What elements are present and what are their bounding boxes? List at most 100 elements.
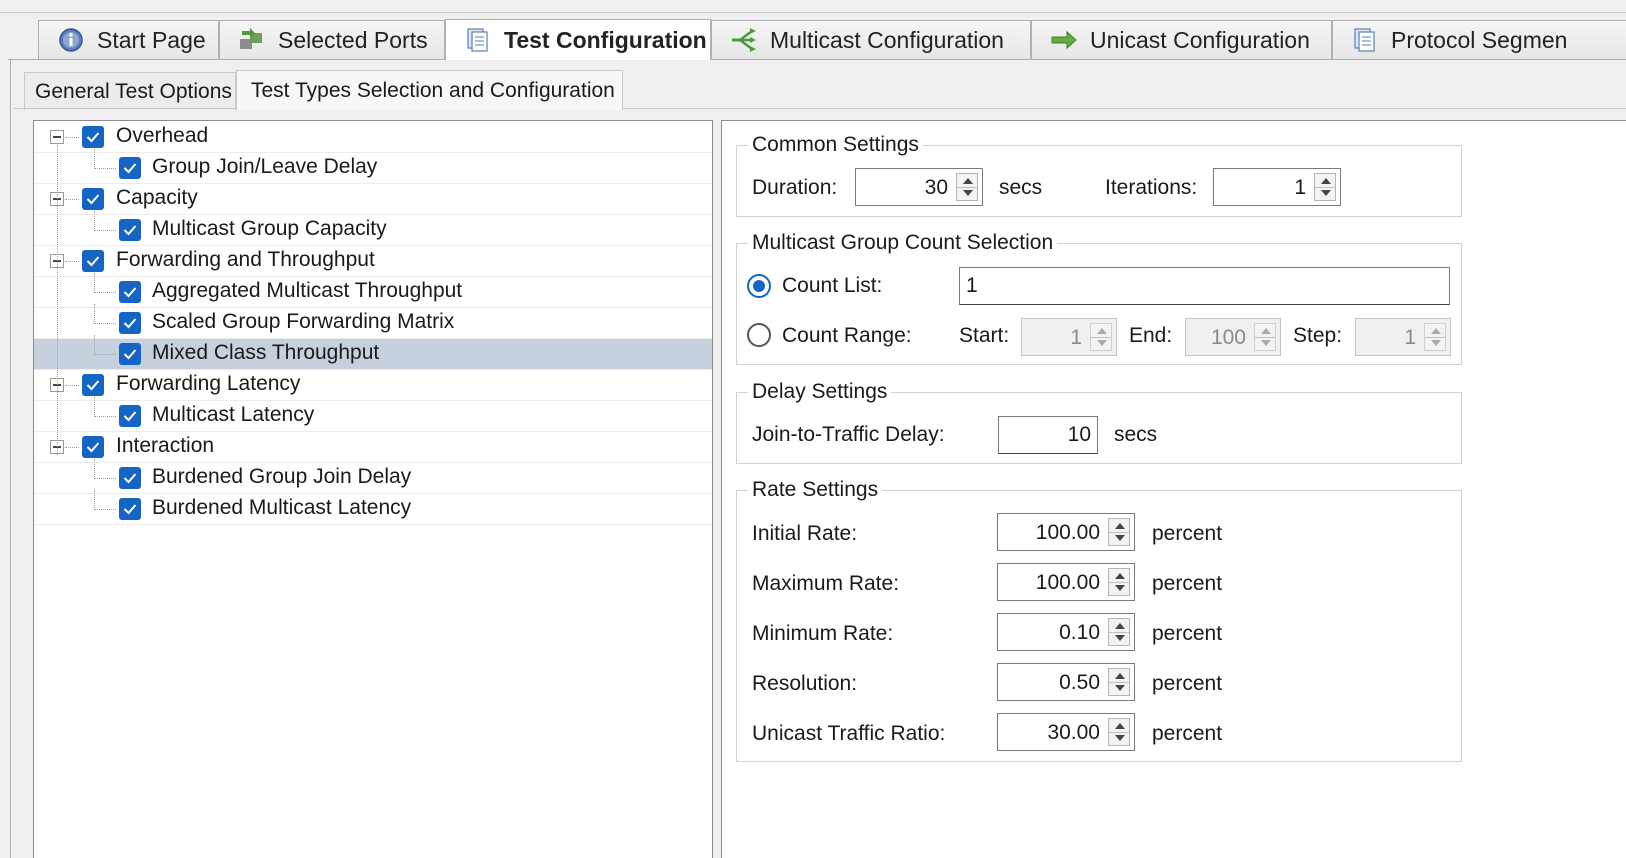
common-settings-title: Common Settings: [748, 133, 923, 157]
tree-item-label: Aggregated Multicast Throughput: [152, 279, 463, 302]
spinner-arrows[interactable]: [1090, 323, 1112, 351]
count-list-label: Count List:: [782, 274, 883, 297]
checkbox-checked-icon[interactable]: [82, 188, 104, 210]
tree-category-row[interactable]: Interaction: [34, 432, 712, 463]
duration-value: 30: [924, 176, 948, 199]
tab-protocol-segmentation[interactable]: Protocol Segmen: [1332, 20, 1626, 59]
tree-connector: [94, 397, 95, 417]
tree-connector: [94, 354, 116, 355]
checkbox-checked-icon[interactable]: [119, 219, 141, 241]
rate-spinner[interactable]: 100.00: [997, 563, 1135, 601]
rate-label: Maximum Rate:: [752, 572, 900, 595]
tree-item-row[interactable]: Multicast Group Capacity: [34, 211, 712, 246]
checkbox-checked-icon[interactable]: [119, 467, 141, 489]
rate-value: 0.50: [1059, 671, 1100, 694]
panel-splitter[interactable]: [713, 120, 721, 858]
rate-spinner[interactable]: 0.50: [997, 663, 1135, 701]
checkbox-checked-icon[interactable]: [119, 312, 141, 334]
spinner-arrows[interactable]: [956, 173, 978, 201]
join-to-traffic-input[interactable]: 10: [998, 416, 1098, 454]
tree-category-row[interactable]: Capacity: [34, 184, 712, 215]
spinner-arrows[interactable]: [1424, 323, 1446, 351]
tree-connector: [94, 323, 116, 324]
tree-connector: [94, 335, 95, 355]
join-to-traffic-label: Join-to-Traffic Delay:: [752, 423, 945, 446]
spinner-arrows[interactable]: [1108, 568, 1130, 596]
end-spinner[interactable]: 100: [1185, 318, 1281, 356]
checkbox-checked-icon[interactable]: [82, 126, 104, 148]
iterations-value: 1: [1294, 176, 1306, 199]
tree-item-row[interactable]: Mixed Class Throughput: [34, 335, 712, 370]
tab-label: Protocol Segmen: [1391, 26, 1568, 53]
tree-item-row[interactable]: Scaled Group Forwarding Matrix: [34, 304, 712, 339]
tab-label: Start Page: [97, 26, 206, 53]
collapse-icon[interactable]: [50, 130, 64, 144]
duration-spinner[interactable]: 30: [855, 168, 983, 206]
top-divider: [0, 12, 1626, 13]
checkbox-checked-icon[interactable]: [82, 374, 104, 396]
checkbox-checked-icon[interactable]: [119, 343, 141, 365]
spinner-arrows[interactable]: [1108, 718, 1130, 746]
tree-item-label: Scaled Group Forwarding Matrix: [152, 310, 455, 333]
count-range-radio[interactable]: [747, 323, 771, 347]
checkbox-checked-icon[interactable]: [119, 157, 141, 179]
rate-unit: percent: [1152, 722, 1223, 745]
spinner-arrows[interactable]: [1314, 173, 1336, 201]
subtab-label: Test Types Selection and Configuration: [251, 78, 615, 102]
tab-label: Test Configuration: [504, 26, 707, 53]
tree-category-label: Forwarding and Throughput: [116, 248, 375, 271]
tab-multicast-configuration[interactable]: Multicast Configuration: [711, 20, 1031, 59]
tree-item-row[interactable]: Aggregated Multicast Throughput: [34, 273, 712, 308]
test-types-tree[interactable]: Overhead Group Join/Leave Delay Capacity Mu…: [33, 120, 713, 858]
tab-label: Unicast Configuration: [1090, 26, 1310, 53]
spinner-arrows[interactable]: [1108, 618, 1130, 646]
duration-unit: secs: [999, 176, 1043, 199]
rate-value: 30.00: [1047, 721, 1100, 744]
tree-category-row[interactable]: Overhead: [34, 122, 712, 153]
tab-selected-ports[interactable]: Selected Ports: [219, 20, 445, 59]
tree-item-row[interactable]: Burdened Group Join Delay: [34, 459, 712, 494]
tree-category-row[interactable]: Forwarding Latency: [34, 370, 712, 401]
count-list-radio[interactable]: [747, 274, 771, 298]
tree-item-row[interactable]: Group Join/Leave Delay: [34, 149, 712, 184]
multicast-count-title: Multicast Group Count Selection: [748, 231, 1058, 255]
step-spinner[interactable]: 1: [1355, 318, 1451, 356]
tab-test-configuration[interactable]: Test Configuration: [445, 19, 711, 60]
tree-connector: [94, 509, 116, 510]
tree-connector: [94, 168, 116, 169]
tab-label: Multicast Configuration: [770, 26, 1004, 53]
checkbox-checked-icon[interactable]: [119, 405, 141, 427]
join-to-traffic-unit: secs: [1114, 423, 1158, 446]
end-value: 100: [1210, 326, 1246, 349]
count-list-input[interactable]: 1: [959, 267, 1450, 305]
tree-connector: [94, 478, 116, 479]
tree-item-row[interactable]: Multicast Latency: [34, 397, 712, 432]
rate-spinner[interactable]: 100.00: [997, 513, 1135, 551]
checkbox-checked-icon[interactable]: [119, 281, 141, 303]
iterations-spinner[interactable]: 1: [1213, 168, 1341, 206]
delay-settings-title: Delay Settings: [748, 380, 892, 404]
rate-spinner[interactable]: 30.00: [997, 713, 1135, 751]
spinner-arrows[interactable]: [1108, 668, 1130, 696]
tree-item-row[interactable]: Burdened Multicast Latency: [34, 490, 712, 525]
checkbox-checked-icon[interactable]: [82, 250, 104, 272]
checkbox-checked-icon[interactable]: [82, 436, 104, 458]
subtab-general-test-options[interactable]: General Test Options: [24, 72, 236, 110]
checkbox-checked-icon[interactable]: [119, 498, 141, 520]
spinner-arrows[interactable]: [1254, 323, 1276, 351]
tab-unicast-configuration[interactable]: Unicast Configuration: [1031, 20, 1332, 59]
document-icon: [1351, 26, 1379, 54]
ports-icon: [238, 26, 266, 54]
rate-label: Minimum Rate:: [752, 622, 894, 645]
tree-category-row[interactable]: Forwarding and Throughput: [34, 246, 712, 277]
rate-spinner[interactable]: 0.10: [997, 613, 1135, 651]
rate-unit: percent: [1152, 522, 1223, 545]
multicast-icon: [730, 26, 758, 54]
spinner-arrows[interactable]: [1108, 518, 1130, 546]
start-label: Start:: [959, 324, 1010, 347]
tree-connector: [94, 416, 116, 417]
tab-start-page[interactable]: Start Page: [38, 20, 219, 59]
tree-connector: [94, 304, 95, 324]
subtab-test-types-selection[interactable]: Test Types Selection and Configuration: [236, 70, 623, 110]
start-spinner[interactable]: 1: [1021, 318, 1117, 356]
